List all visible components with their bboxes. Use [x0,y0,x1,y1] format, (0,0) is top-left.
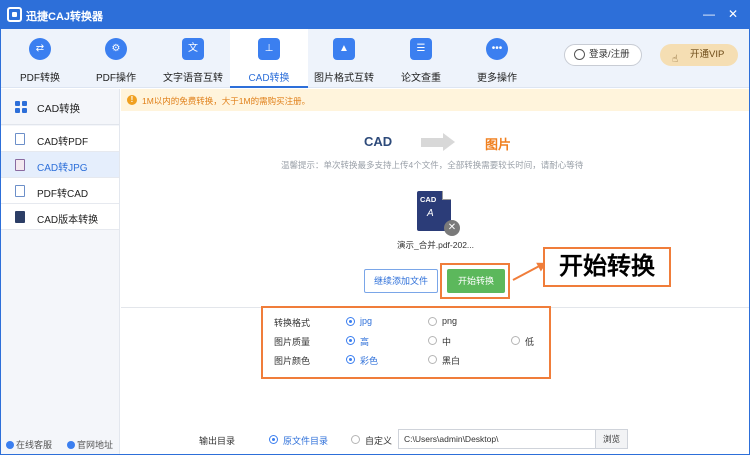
cad-file-icon [15,211,25,223]
color-bw-radio[interactable] [428,355,437,364]
pdf-file-icon [15,185,25,197]
sidebar: CAD转换 CAD转PDF CAD转JPG PDF转CAD CAD版本转换 在线… [1,89,120,454]
app-logo-icon [7,7,22,22]
warning-icon: ! [127,95,137,105]
cad-icon: ⊥ [258,38,280,60]
close-button[interactable]: ✕ [725,6,741,22]
tab-label: 图片格式互转 [314,73,374,84]
online-support-link[interactable]: 在线客服 [6,438,52,451]
remove-file-button[interactable]: ✕ [444,220,460,236]
image-icon: ▲ [333,38,355,60]
quality-label: 图片质量 [274,337,311,347]
file-name: 演示_合并.pdf-202... [397,240,475,250]
tab-cad-convert[interactable]: ⊥ CAD转换 [230,29,308,88]
color-full-radio[interactable] [346,355,355,364]
quality-medium-radio[interactable] [428,336,437,345]
tab-pdf-convert[interactable]: ⇄ PDF转换 [7,29,73,88]
main-toolbar: ⇄ PDF转换 ⚙ PDF操作 文 文字语音互转 ⊥ CAD转换 ▲ 图片格式互… [1,29,749,88]
source-format-label: CAD [364,134,393,149]
callout-label: 开始转换 [543,247,671,287]
tab-text-speech[interactable]: 文 文字语音互转 [157,29,229,88]
sidebar-item-label: CAD转JPG [37,163,88,174]
output-source-radio[interactable] [269,435,278,444]
file-mark: A [427,208,434,219]
login-button[interactable]: 登录/注册 [564,44,642,66]
app-window: 迅捷CAJ转换器 — ✕ ⇄ PDF转换 ⚙ PDF操作 文 文字语音互转 ⊥ … [0,0,750,455]
add-more-files-button[interactable]: 继续添加文件 [364,269,438,293]
notice-bar: ! 1M以内的免费转换，大于1M的需购买注册。 [121,89,749,111]
output-custom-label: 自定义 [365,436,393,446]
sidebar-item-label: CAD版本转换 [37,215,99,226]
text-speech-icon: 文 [182,38,204,60]
format-png-radio[interactable] [428,317,437,326]
image-file-icon [15,159,25,171]
format-png-label: png [442,316,458,326]
color-full-label: 彩色 [360,356,379,366]
conversion-arrow-icon [421,138,443,147]
tab-label: PDF操作 [96,73,136,84]
sidebar-item-cad-to-jpg[interactable]: CAD转JPG [1,152,119,178]
hint-text: 温馨提示：单次转换最多支持上传4个文件，全部转换需要较长时间，请耐心等待 [281,160,584,170]
tab-image-format[interactable]: ▲ 图片格式互转 [311,29,377,88]
document-check-icon: ☰ [410,38,432,60]
title-bar: 迅捷CAJ转换器 — ✕ [1,1,749,29]
tab-label: PDF转换 [20,73,60,84]
start-button-highlight [440,263,510,299]
vip-label: 开通VIP [690,49,725,60]
grid-icon [15,101,27,113]
output-dir-label: 输出目录 [199,436,236,446]
sidebar-header: CAD转换 [1,89,119,125]
more-dots-icon: ••• [486,38,508,60]
sidebar-item-label: CAD转PDF [37,137,89,148]
sidebar-item-label: PDF转CAD [37,189,89,200]
target-format-label: 图片 [485,137,512,152]
quality-medium-label: 中 [442,337,452,347]
login-label: 登录/注册 [589,49,630,60]
conversion-arrow-head [443,133,455,151]
tab-more-operations[interactable]: ••• 更多操作 [464,29,530,88]
output-path-input[interactable]: C:\Users\admin\Desktop\ [398,429,596,449]
browse-button[interactable]: 浏览 [596,429,628,449]
app-title: 迅捷CAJ转换器 [26,11,104,23]
output-custom-radio[interactable] [351,435,360,444]
tab-pdf-operations[interactable]: ⚙ PDF操作 [83,29,149,88]
user-icon [574,49,585,60]
sidebar-item-cad-to-pdf[interactable]: CAD转PDF [1,126,119,152]
format-label: 转换格式 [274,318,311,328]
tab-label: 文字语音互转 [163,73,223,84]
quality-high-label: 高 [360,337,370,347]
tab-paper-check[interactable]: ☰ 论文查重 [388,29,454,88]
support-icon [6,441,14,449]
tab-label: CAD转换 [248,73,290,84]
gear-icon: ⚙ [105,38,127,60]
pdf-file-icon [15,133,25,145]
tab-label: 更多操作 [477,73,517,84]
color-bw-label: 黑白 [442,356,461,366]
vip-hand-icon: ☝ [672,54,679,65]
website-link[interactable]: 官网地址 [67,438,113,451]
format-jpg-radio[interactable] [346,317,355,326]
vip-button[interactable]: ☝ 开通VIP [660,44,738,66]
format-jpg-label: jpg [360,316,373,326]
globe-icon [67,441,75,449]
quality-low-radio[interactable] [511,336,520,345]
quality-high-radio[interactable] [346,336,355,345]
sidebar-item-pdf-to-cad[interactable]: PDF转CAD [1,178,119,204]
support-label: 在线客服 [16,440,53,450]
color-label: 图片颜色 [274,356,311,366]
notice-text: 1M以内的免费转换，大于1M的需购买注册。 [142,96,311,106]
convert-arrows-icon: ⇄ [29,38,51,60]
minimize-button[interactable]: — [701,6,717,22]
tab-label: 论文查重 [401,73,441,84]
file-ext-label: CAD [420,195,437,204]
sidebar-item-cad-version[interactable]: CAD版本转换 [1,204,119,230]
quality-low-label: 低 [525,337,535,347]
output-source-label: 原文件目录 [283,436,329,446]
website-label: 官网地址 [77,440,114,450]
sidebar-header-label: CAD转换 [37,103,81,115]
